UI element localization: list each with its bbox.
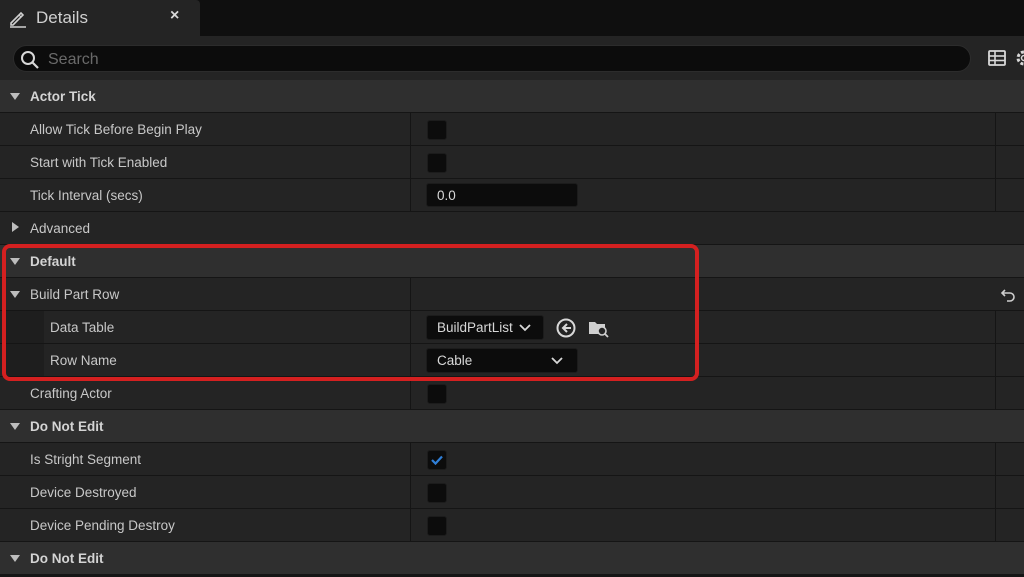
expand-arrow-icon[interactable] (10, 291, 20, 298)
property-row: Data Table BuildPartList (0, 311, 1024, 344)
expand-arrow-icon[interactable] (10, 258, 20, 265)
property-row: Is Stright Segment (0, 443, 1024, 476)
category-default[interactable]: Default (0, 245, 1024, 278)
category-actor-tick[interactable]: Actor Tick (0, 80, 1024, 113)
property-row: Row Name Cable (0, 344, 1024, 377)
allow-tick-checkbox[interactable] (427, 120, 447, 140)
property-row: Allow Tick Before Begin Play (0, 113, 1024, 146)
property-row: Device Destroyed (0, 476, 1024, 509)
expand-arrow-icon[interactable] (10, 93, 20, 100)
category-label: Default (30, 254, 76, 269)
property-label: Row Name (50, 353, 117, 368)
property-row-build-part-row[interactable]: Build Part Row (0, 278, 1024, 311)
category-label: Actor Tick (30, 89, 96, 104)
chevron-down-icon (551, 357, 563, 365)
device-destroyed-checkbox[interactable] (427, 483, 447, 503)
property-label: Crafting Actor (30, 386, 112, 401)
row-name-dropdown[interactable]: Cable (426, 348, 578, 373)
data-table-dropdown[interactable]: BuildPartList (426, 315, 544, 340)
collapse-arrow-icon[interactable] (12, 222, 19, 232)
advanced-row[interactable]: Advanced (0, 212, 1024, 245)
property-label: Allow Tick Before Begin Play (30, 122, 202, 137)
data-table-value: BuildPartList (437, 320, 513, 335)
tab-bar: Details × (0, 0, 1024, 36)
search-box[interactable] (13, 45, 971, 72)
category-do-not-edit[interactable]: Do Not Edit (0, 410, 1024, 443)
edit-pencil-icon (10, 11, 26, 28)
property-label: Device Pending Destroy (30, 518, 175, 533)
chevron-down-icon (519, 324, 531, 332)
checkmark-icon (431, 455, 443, 466)
expand-arrow-icon[interactable] (10, 423, 20, 430)
close-icon[interactable]: × (170, 7, 179, 25)
property-label: Is Stright Segment (30, 452, 142, 467)
category-do-not-edit[interactable]: Do Not Edit (0, 542, 1024, 575)
tick-interval-field[interactable]: 0.0 (426, 183, 578, 207)
property-label: Data Table (50, 320, 115, 335)
use-selected-icon[interactable] (555, 317, 577, 339)
table-grid-icon[interactable] (987, 48, 1007, 68)
property-label: Start with Tick Enabled (30, 155, 168, 170)
property-label: Tick Interval (secs) (30, 188, 143, 203)
details-list: Actor Tick Allow Tick Before Begin Play … (0, 80, 1024, 575)
device-pending-checkbox[interactable] (427, 516, 447, 536)
browse-folder-icon[interactable] (587, 317, 609, 339)
reset-to-default-icon[interactable] (999, 286, 1017, 304)
advanced-label: Advanced (30, 221, 91, 236)
search-input[interactable] (46, 48, 950, 71)
property-row: Device Pending Destroy (0, 509, 1024, 542)
is-straight-checkbox[interactable] (427, 450, 447, 470)
search-icon (21, 51, 39, 69)
row-name-value: Cable (437, 353, 473, 368)
property-row: Start with Tick Enabled (0, 146, 1024, 179)
property-row: Tick Interval (secs) 0.0 (0, 179, 1024, 212)
category-label: Do Not Edit (30, 419, 104, 434)
property-label: Device Destroyed (30, 485, 137, 500)
tab-title: Details (36, 8, 88, 27)
crafting-actor-checkbox[interactable] (427, 384, 447, 404)
tab-details[interactable]: Details × (0, 0, 200, 36)
start-tick-checkbox[interactable] (427, 153, 447, 173)
category-label: Do Not Edit (30, 551, 104, 566)
expand-arrow-icon[interactable] (10, 555, 20, 562)
property-row: Crafting Actor (0, 377, 1024, 410)
property-label: Build Part Row (30, 287, 120, 302)
gear-icon[interactable] (1014, 48, 1024, 68)
tick-interval-value: 0.0 (437, 188, 456, 203)
